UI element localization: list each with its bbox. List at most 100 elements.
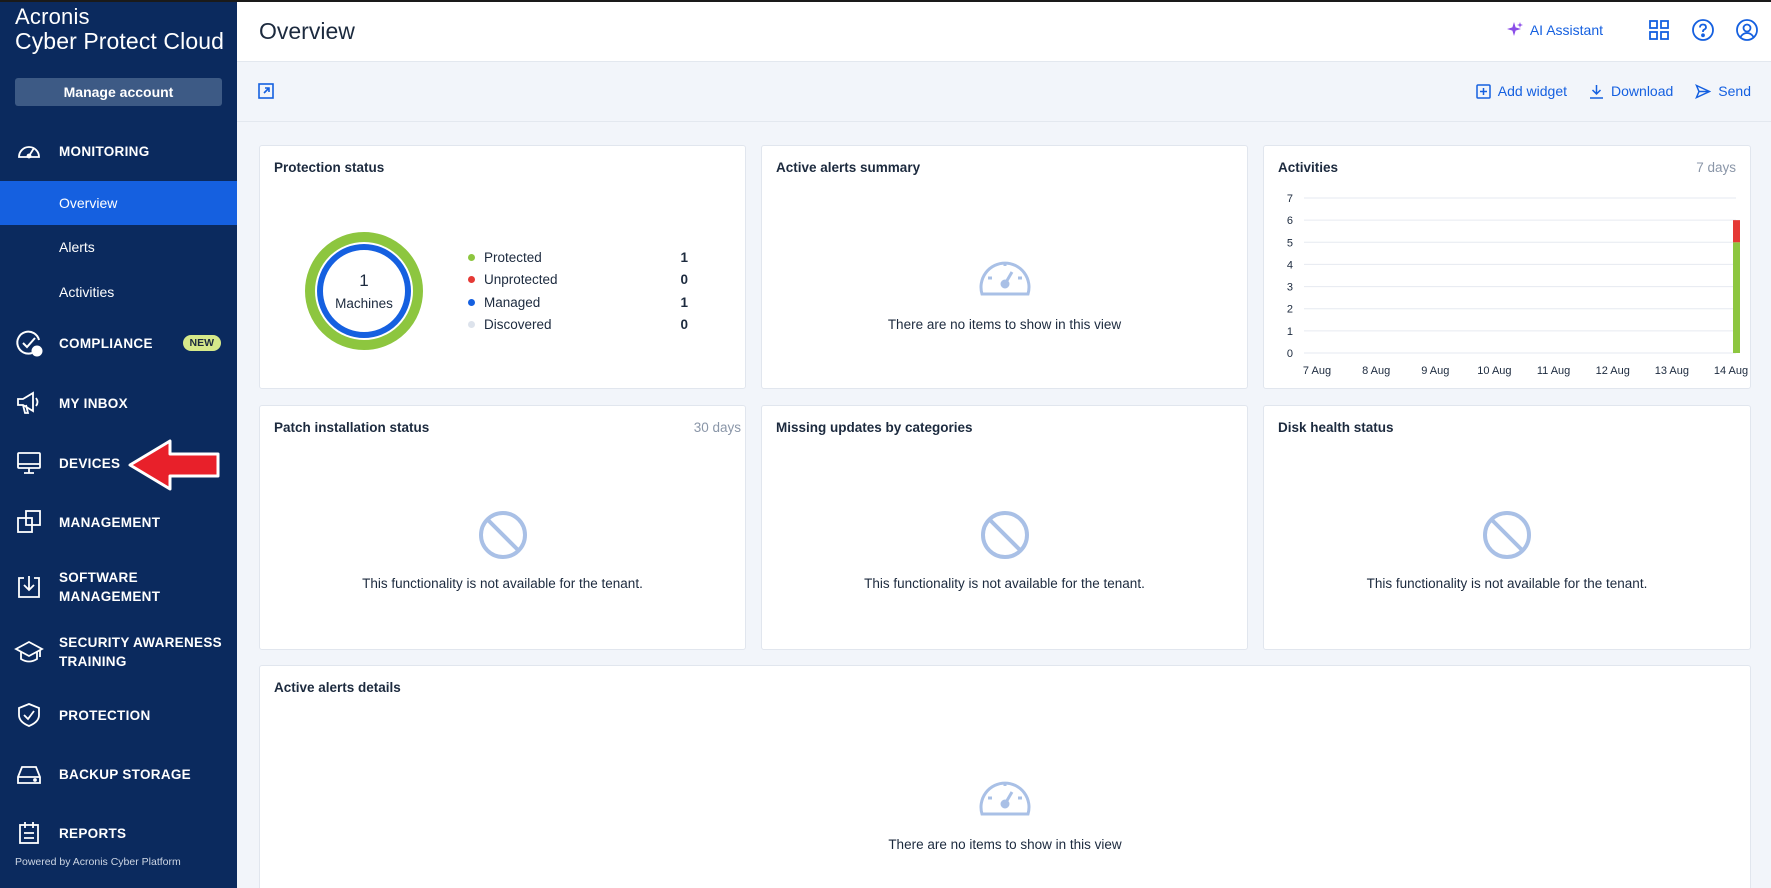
legend-dot [468,321,475,329]
add-widget-button[interactable]: Add widget [1476,83,1567,99]
nav-compliance[interactable]: COMPLIANCE NEW [0,328,237,358]
download-icon [1590,84,1604,99]
widget-title: Missing updates by categories [776,420,973,435]
ai-assistant-button[interactable]: AI Assistant [1506,21,1603,39]
legend-row-protected[interactable]: Protected 1 [468,246,688,269]
manage-account-button[interactable]: Manage account [15,78,222,106]
empty-state: This functionality is not available for … [762,509,1247,591]
nav-item-alerts[interactable]: Alerts [0,225,237,269]
download-box-icon [14,572,44,602]
nav-reports-label: REPORTS [59,825,127,841]
protection-legend: Protected 1 Unprotected 0 Managed 1 Discove… [468,246,688,336]
y-tick-label: 5 [1287,237,1293,249]
machines-label: Machines [335,296,393,311]
nav-management-label: MANAGEMENT [59,514,161,530]
help-icon[interactable] [1691,18,1715,42]
bar-segment [1733,242,1740,353]
toolbar: Add widget Download Send [237,62,1771,122]
legend-value: 1 [680,294,688,310]
widget-active-alerts-summary: Active alerts summary There are no items… [761,145,1248,389]
page-title: Overview [259,18,355,44]
send-button[interactable]: Send [1695,83,1751,99]
sparkle-icon [1506,22,1523,36]
nav-reports[interactable]: REPORTS [0,818,237,848]
nav-security-awareness-training[interactable]: SECURITY AWARENESS TRAINING [0,633,237,671]
y-tick-label: 6 [1287,215,1293,227]
x-tick-label: 12 Aug [1596,365,1630,377]
nav-software-management-label: SOFTWARE MANAGEMENT [59,568,160,606]
download-button[interactable]: Download [1589,83,1673,99]
gauge-empty-icon [979,781,1031,816]
graduation-cap-icon [14,637,44,667]
prohibited-icon [1483,511,1531,559]
empty-message: This functionality is not available for … [1366,576,1648,591]
nav-my-inbox-label: MY INBOX [59,395,128,411]
download-label: Download [1611,83,1674,99]
header: Overview AI Assistant [237,2,1771,62]
legend-name: Managed [484,294,541,310]
nav-security-awareness-line-2: TRAINING [59,654,127,669]
y-tick-label: 4 [1287,259,1293,271]
nav-security-awareness-label: SECURITY AWARENESS TRAINING [59,633,222,671]
brand-line-2: Cyber Protect Cloud [15,28,224,54]
nav-monitoring-label: MONITORING [59,143,150,159]
send-label: Send [1718,83,1751,99]
nav-software-management-line-2: MANAGEMENT [59,589,161,604]
legend-name: Discovered [484,317,552,333]
nav-software-management[interactable]: SOFTWARE MANAGEMENT [0,568,237,606]
machines-count: 1 [359,271,369,290]
nav-item-activities[interactable]: Activities [0,270,237,314]
empty-state: There are no items to show in this view [762,250,1247,332]
nav-devices-label: DEVICES [59,455,121,471]
new-badge: NEW [182,335,221,351]
x-tick-label: 10 Aug [1477,365,1511,377]
widget-missing-updates: Missing updates by categories This funct… [761,405,1248,650]
nav-my-inbox[interactable]: MY INBOX [0,388,237,418]
activities-chart: 0 1 2 3 4 5 6 7 7 Aug 8 Aug 9 Aug 10 Aug 11 Aug 12 Au… [1287,193,1748,377]
legend-row-managed[interactable]: Managed 1 [468,291,688,314]
empty-message: This functionality is not available for … [864,576,1145,591]
powered-by: Powered by Acronis Cyber Platform [15,856,181,868]
x-tick-label: 8 Aug [1362,365,1390,377]
widget-disk-health: Disk health status This functionality is… [1263,405,1751,650]
legend-name: Protected [484,249,542,265]
compliance-icon [14,328,44,358]
widget-activities: Activities 7 days 012345677 Aug 8 Aug 9 Au… [1263,145,1751,389]
legend-dot [468,253,475,261]
y-tick-label: 0 [1287,348,1293,360]
expand-icon[interactable] [258,83,274,104]
nav-protection-label: PROTECTION [59,707,151,723]
y-tick-label: 1 [1287,326,1293,338]
empty-message: There are no items to show in this view [887,317,1122,332]
legend-value: 0 [680,272,688,288]
nav-protection[interactable]: PROTECTION [0,700,237,730]
apps-grid-icon[interactable] [1647,18,1671,42]
y-tick-label: 2 [1287,304,1293,316]
widget-range: 30 days [693,420,741,435]
widget-title: Protection status [274,160,385,175]
nav-backup-storage-label: BACKUP STORAGE [59,766,191,782]
widget-title: Patch installation status [274,420,430,435]
widget-protection-status: Protection status 1 Machines Protected 1 … [259,145,746,389]
nav-backup-storage[interactable]: BACKUP STORAGE [0,759,237,789]
legend-value: 1 [680,249,688,265]
add-widget-label: Add widget [1497,83,1568,99]
nav-compliance-label: COMPLIANCE [59,335,153,351]
widget-patch-installation: Patch installation status 30 days This f… [259,405,746,650]
monitor-icon [14,448,44,478]
x-tick-label: 13 Aug [1655,365,1689,377]
legend-dot [468,298,475,306]
legend-name: Unprotected [484,272,558,288]
user-profile-icon[interactable] [1735,18,1759,42]
legend-row-discovered[interactable]: Discovered 0 [468,314,688,337]
legend-row-unprotected[interactable]: Unprotected 0 [468,269,688,292]
y-tick-label: 3 [1287,282,1293,294]
nav-management[interactable]: MANAGEMENT [0,507,237,537]
y-tick-label: 7 [1287,193,1293,205]
management-icon [14,507,44,537]
donut-center: 1 Machines [304,231,424,351]
hard-drive-icon [14,759,44,789]
nav-item-overview[interactable]: Overview [0,181,237,225]
nav-monitoring[interactable]: MONITORING [0,136,237,166]
legend-dot [468,276,475,284]
